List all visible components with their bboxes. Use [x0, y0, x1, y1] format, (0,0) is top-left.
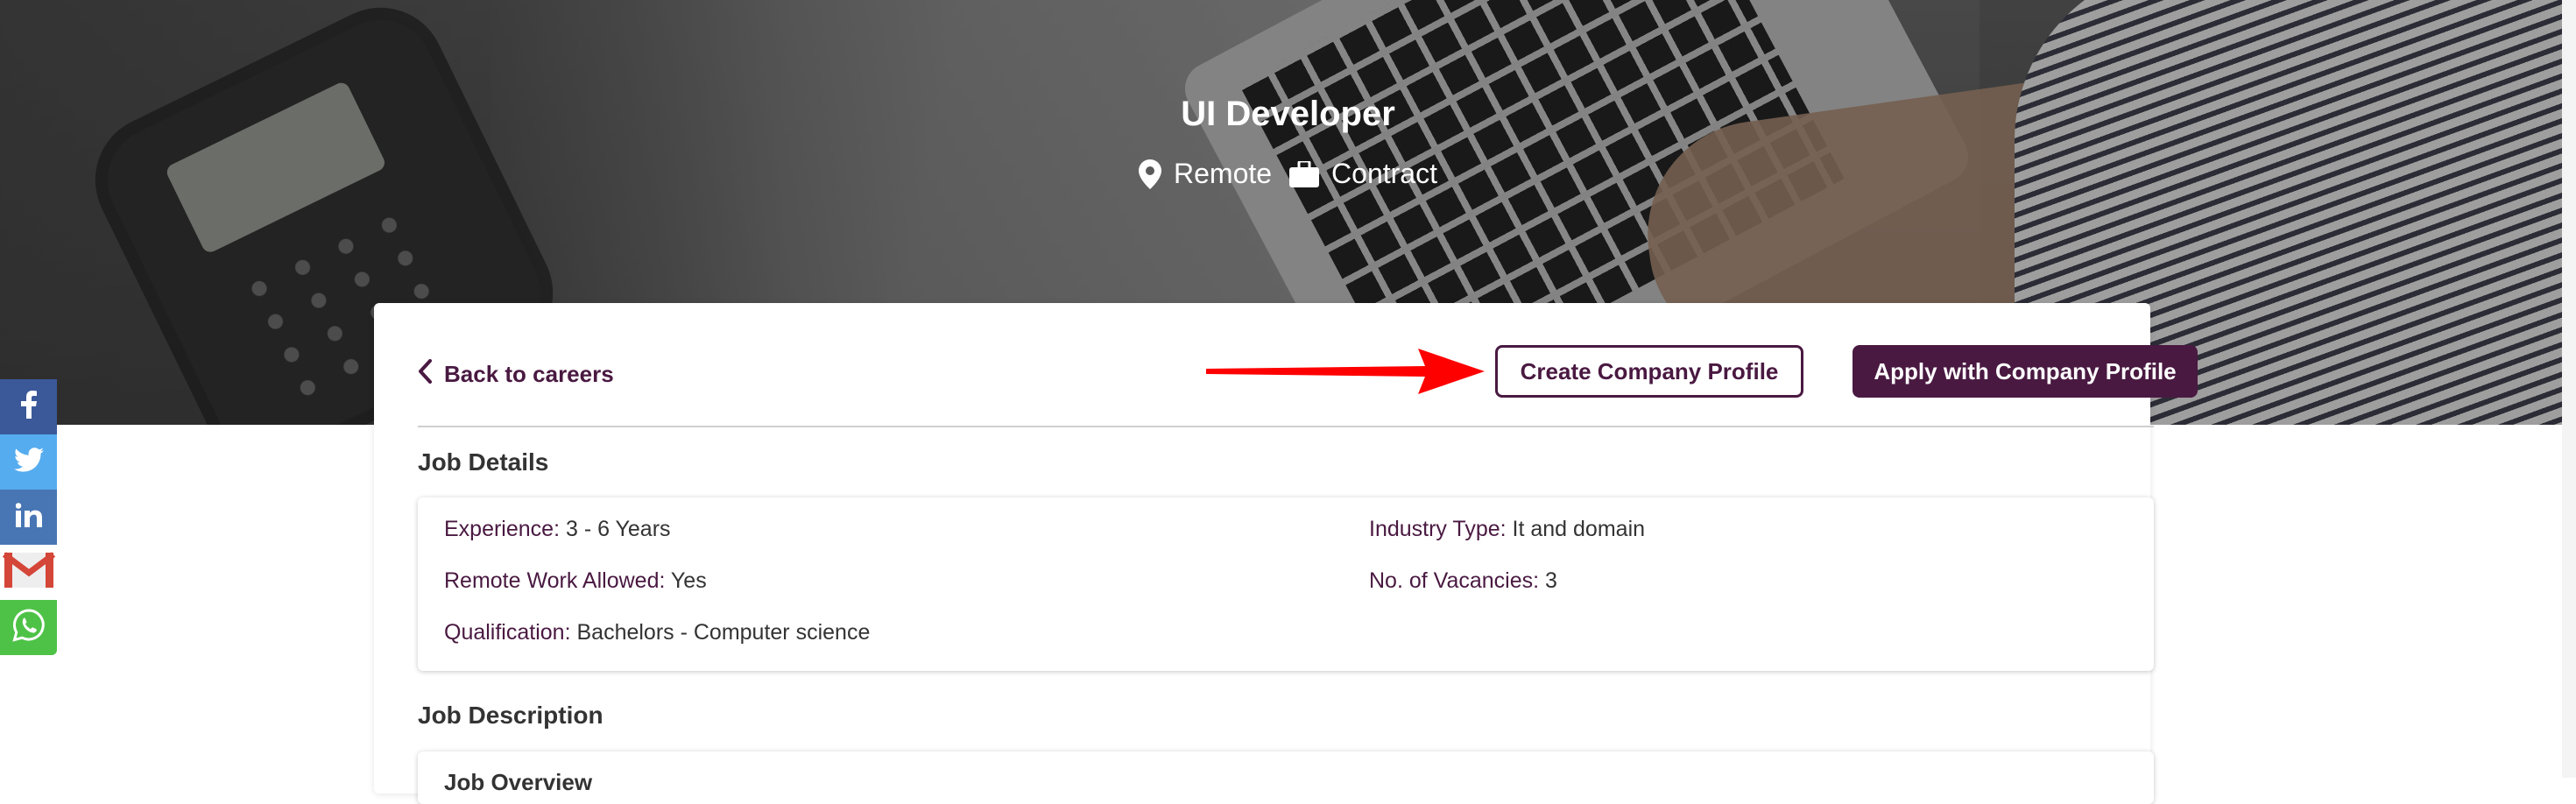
- vacancies-label: No. of Vacancies:: [1369, 568, 1540, 593]
- experience-label: Experience:: [444, 517, 561, 541]
- industry-label: Industry Type:: [1369, 517, 1507, 541]
- whatsapp-share-button[interactable]: [0, 600, 57, 655]
- location-pin-icon: [1139, 159, 1161, 189]
- job-title: UI Developer: [1181, 95, 1395, 133]
- chevron-left-icon: [418, 359, 432, 390]
- back-to-careers-label: Back to careers: [444, 361, 614, 387]
- whatsapp-icon: [11, 609, 46, 646]
- job-location-text: Remote: [1174, 158, 1273, 189]
- qualification-label: Qualification:: [444, 620, 571, 645]
- facebook-icon: [20, 391, 37, 423]
- twitter-share-button[interactable]: [0, 434, 57, 490]
- gmail-share-button[interactable]: [0, 545, 57, 600]
- vacancies-detail: No. of Vacancies: 3: [1369, 568, 1557, 594]
- page-scrollbar[interactable]: [2562, 0, 2576, 778]
- qualification-detail: Qualification: Bachelors - Computer scie…: [444, 620, 870, 645]
- apply-with-company-profile-button[interactable]: Apply with Company Profile: [1853, 345, 2198, 398]
- vacancies-value: 3: [1545, 568, 1557, 593]
- remote-work-value: Yes: [670, 568, 707, 593]
- job-details-heading: Job Details: [418, 448, 549, 476]
- job-meta: Remote Contract: [0, 158, 2576, 190]
- job-overview-heading: Job Overview: [444, 769, 593, 795]
- social-share-rail: [0, 379, 57, 655]
- experience-value: 3 - 6 Years: [565, 517, 671, 541]
- back-to-careers-link[interactable]: Back to careers: [418, 359, 614, 390]
- linkedin-icon: [15, 503, 42, 532]
- linkedin-share-button[interactable]: [0, 490, 57, 545]
- card-toolbar: Back to careers Create Company Profile A…: [418, 345, 2198, 398]
- experience-detail: Experience: 3 - 6 Years: [444, 517, 671, 542]
- qualification-value: Bachelors - Computer science: [576, 620, 871, 645]
- industry-detail: Industry Type: It and domain: [1369, 517, 1645, 542]
- job-description-box: Job Overview: [418, 751, 2154, 804]
- gmail-icon: [2, 551, 55, 594]
- job-details-box: Experience: 3 - 6 Years Industry Type: I…: [418, 497, 2154, 671]
- create-company-profile-button[interactable]: Create Company Profile: [1495, 345, 1803, 398]
- remote-work-label: Remote Work Allowed:: [444, 568, 666, 593]
- twitter-icon: [13, 448, 44, 476]
- job-type-text: Contract: [1331, 158, 1437, 189]
- remote-work-detail: Remote Work Allowed: Yes: [444, 568, 707, 594]
- job-detail-card: Back to careers Create Company Profile A…: [374, 303, 2198, 804]
- facebook-share-button[interactable]: [0, 379, 57, 434]
- job-description-heading: Job Description: [418, 702, 603, 729]
- job-type: Contract: [1289, 158, 1437, 190]
- annotation-arrow: [1206, 349, 1485, 394]
- toolbar-divider: [418, 426, 2154, 427]
- briefcase-icon: [1289, 160, 1320, 187]
- job-location: Remote: [1139, 158, 1272, 190]
- industry-value: It and domain: [1512, 517, 1646, 541]
